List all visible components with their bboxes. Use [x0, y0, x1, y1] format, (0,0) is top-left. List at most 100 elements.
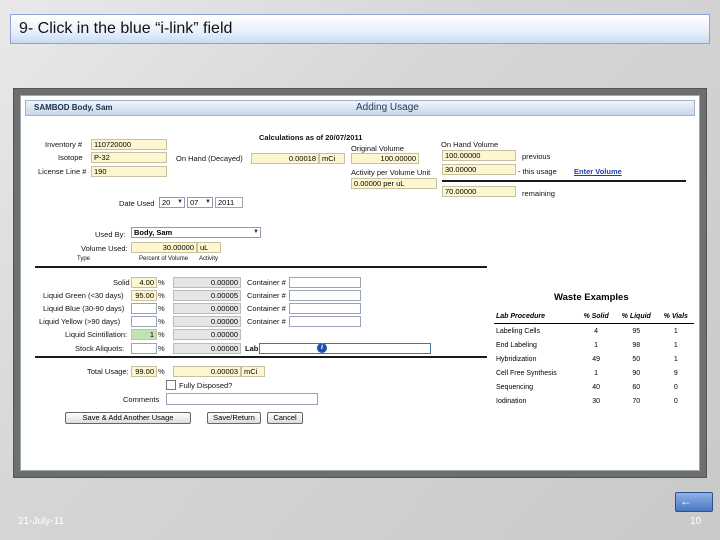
enter-volume-link[interactable]: Enter Volume — [574, 167, 622, 176]
table-cell: 0 — [673, 397, 678, 405]
back-arrow-icon: ← — [680, 494, 692, 508]
waste-row-label: Liquid Yellow (>90 days) — [39, 317, 121, 326]
table-row: Cell Free Synthesis 1 90 9 — [494, 366, 694, 380]
total-usage-activity-field: 0.00003 — [173, 366, 241, 377]
cancel-button[interactable]: Cancel — [267, 412, 303, 424]
waste-row-label: Stock Aliquots: — [75, 344, 125, 353]
container-field[interactable] — [289, 290, 361, 301]
chevron-down-icon: ▼ — [253, 229, 259, 235]
percent-field[interactable] — [131, 316, 157, 327]
table-cell: 70 — [632, 397, 641, 405]
comments-label: Comments — [123, 395, 160, 404]
waste-row-label: Solid — [113, 278, 130, 287]
table-cell: 9 — [673, 369, 678, 377]
percent-field[interactable]: 4.00 — [131, 277, 157, 288]
percent-field[interactable] — [131, 303, 157, 314]
on-hand-volume-field[interactable]: 100.00000 — [442, 150, 516, 161]
percent-sign: % — [158, 367, 165, 376]
waste-row-label: Liquid Blue (30-90 days) — [43, 304, 125, 313]
date-month-select[interactable]: 07 ▼ — [187, 197, 213, 208]
i-link-field[interactable] — [259, 343, 431, 354]
volume-used-label: Volume Used: — [81, 244, 128, 253]
percent-field[interactable]: 1 — [131, 329, 157, 340]
on-hand-decayed-field[interactable]: 0.00018 — [251, 153, 319, 164]
table-header: Lab Procedure — [494, 309, 578, 324]
table-cell: Labeling Cells — [496, 327, 540, 335]
percent-sign: % — [158, 304, 165, 313]
table-cell: 1 — [594, 369, 599, 377]
table-cell: Hybridization — [496, 355, 537, 363]
this-usage-field[interactable]: 30.00000 — [442, 164, 516, 175]
this-usage-label: - this usage — [518, 167, 557, 176]
chevron-down-icon: ▼ — [205, 199, 211, 205]
date-year-field[interactable]: 2011 — [215, 197, 243, 208]
activity-field: 0.00000 — [173, 343, 241, 354]
container-label: Container # — [247, 278, 286, 287]
activity-per-volume-field[interactable]: 0.00000 per uL — [351, 178, 437, 189]
on-hand-decayed-label: On Hand (Decayed) — [176, 154, 243, 163]
waste-examples-title: Waste Examples — [554, 292, 629, 303]
container-field[interactable] — [289, 277, 361, 288]
table-cell: 30 — [592, 397, 600, 405]
table-cell: 50 — [632, 355, 641, 363]
divider — [442, 180, 686, 182]
remaining-label: remaining — [522, 189, 555, 198]
table-cell: 1 — [673, 355, 678, 363]
total-usage-label: Total Usage: — [87, 367, 129, 376]
table-cell: Iodination — [496, 397, 527, 405]
table-cell: 49 — [592, 355, 600, 363]
activity-field: 0.00000 — [173, 316, 241, 327]
table-row: Hybridization 49 50 1 — [494, 352, 694, 366]
fully-disposed-checkbox[interactable] — [166, 380, 176, 390]
back-button[interactable]: ← — [675, 492, 713, 512]
table-header-row: Lab Procedure % Solid % Liquid % Vials — [494, 309, 694, 324]
container-label: Container # — [247, 317, 286, 326]
activity-field: 0.00000 — [173, 329, 241, 340]
table-cell: Sequencing — [496, 383, 533, 391]
activity-column-header: Activity — [199, 256, 219, 262]
volume-used-unit: uL — [197, 242, 221, 253]
original-volume-field[interactable]: 100.00000 — [351, 153, 419, 164]
used-by-select[interactable]: Body, Sam ▼ — [131, 227, 261, 238]
date-used-label: Date Used — [119, 199, 155, 208]
inventory-field[interactable]: 110720000 — [91, 139, 167, 150]
used-by-value: Body, Sam — [134, 228, 173, 237]
table-cell: Cell Free Synthesis — [496, 369, 557, 377]
percent-field[interactable]: 95.00 — [131, 290, 157, 301]
table-header: % Vials — [657, 309, 694, 324]
table-cell: 95 — [632, 327, 641, 335]
divider — [35, 356, 487, 358]
date-day-select[interactable]: 20 ▼ — [159, 197, 185, 208]
total-usage-percent-field: 99.00 — [131, 366, 157, 377]
form-title: Adding Usage — [356, 102, 419, 113]
table-cell: 60 — [632, 383, 641, 391]
container-field[interactable] — [289, 303, 361, 314]
remaining-field[interactable]: 70.00000 — [442, 186, 516, 197]
percent-sign: % — [158, 330, 165, 339]
divider — [35, 266, 487, 268]
license-line-field[interactable]: 190 — [91, 166, 167, 177]
table-cell: End Labeling — [496, 341, 537, 349]
activity-field: 0.00005 — [173, 290, 241, 301]
slide-title: 9- Click in the blue “i-link” field — [10, 14, 710, 44]
percent-sign: % — [158, 291, 165, 300]
comments-field[interactable] — [166, 393, 318, 405]
user-header: SAMBOD Body, Sam — [34, 103, 113, 112]
waste-examples-table: Lab Procedure % Solid % Liquid % Vials L… — [494, 309, 694, 408]
percent-sign: % — [158, 317, 165, 326]
info-icon[interactable]: i — [317, 343, 327, 353]
percent-field[interactable] — [131, 343, 157, 354]
used-by-label: Used By: — [95, 230, 126, 239]
table-cell: 90 — [632, 369, 641, 377]
save-return-button[interactable]: Save/Return — [207, 412, 261, 424]
table-cell: 4 — [594, 327, 599, 335]
table-cell: 98 — [632, 341, 641, 349]
screenshot-frame: SAMBOD Body, Sam Adding Usage Inventory … — [13, 88, 707, 478]
calculations-title: Calculations as of 20/07/2011 — [259, 133, 363, 142]
save-add-another-button[interactable]: Save & Add Another Usage — [65, 412, 191, 424]
volume-used-field[interactable]: 30.00000 — [131, 242, 197, 253]
lab-label: Lab — [245, 344, 259, 353]
container-field[interactable] — [289, 316, 361, 327]
isotope-field[interactable]: P-32 — [91, 152, 167, 163]
table-header: % Solid — [577, 309, 615, 324]
